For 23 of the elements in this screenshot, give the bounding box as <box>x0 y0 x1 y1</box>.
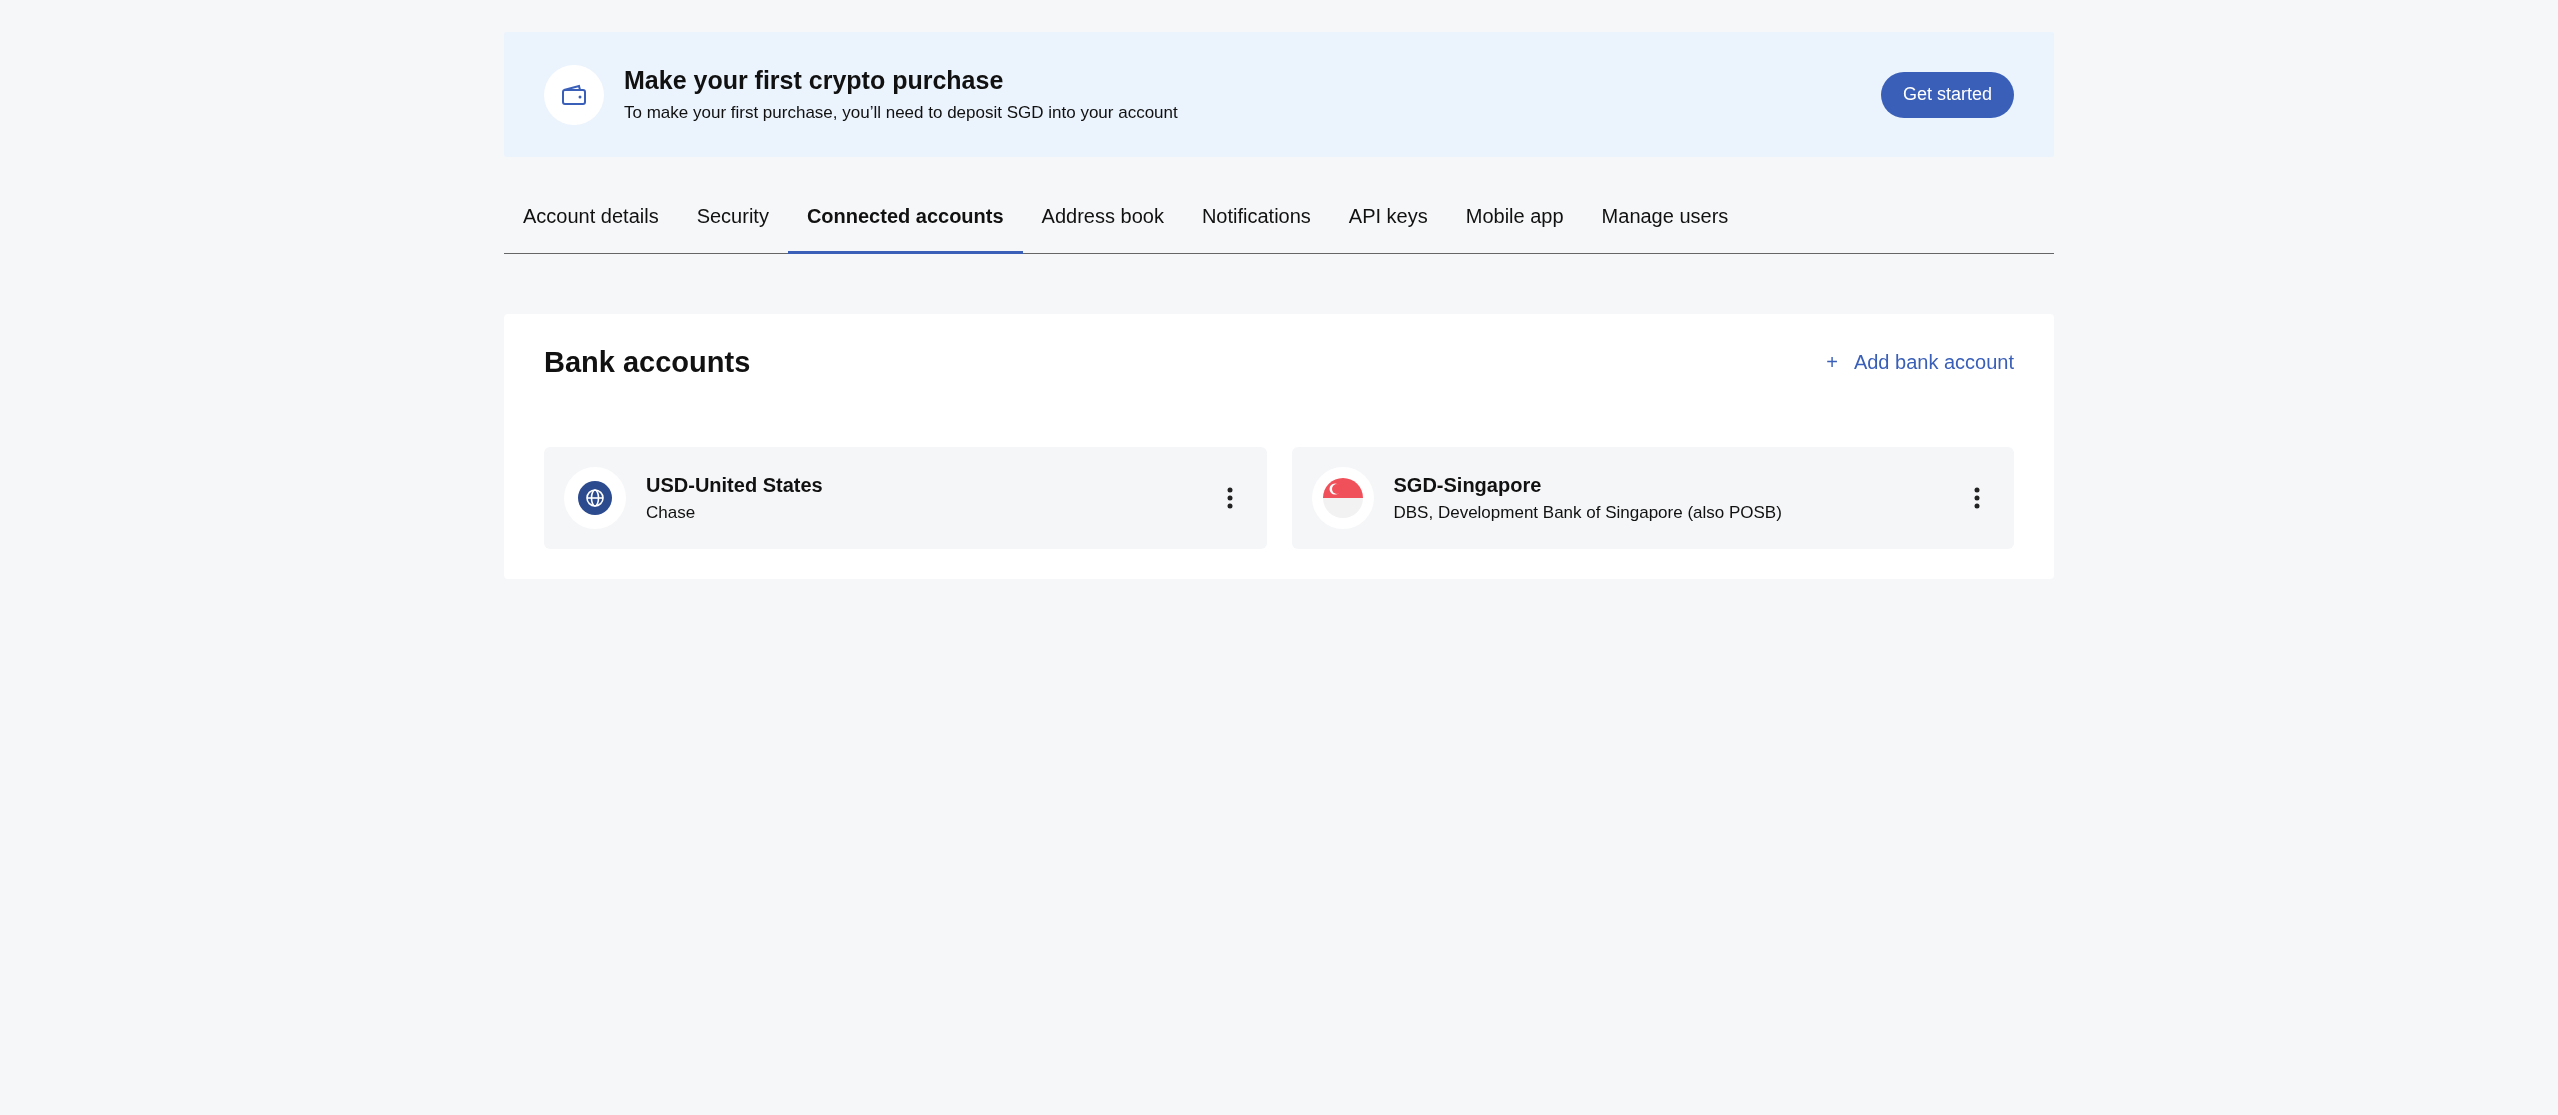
tab[interactable]: Address book <box>1022 185 1183 254</box>
tab[interactable]: Security <box>677 185 788 254</box>
more-options-icon[interactable] <box>1226 487 1233 509</box>
add-bank-account-link[interactable]: + Add bank account <box>1826 351 2014 374</box>
section-title: Bank accounts <box>544 346 751 379</box>
tab[interactable]: Manage users <box>1582 185 1748 254</box>
account-name: SGD-Singapore <box>1393 473 1543 497</box>
banner-subtitle: To make your first purchase, you’ll need to deposit SGD into your account <box>624 103 1179 123</box>
account-name: USD-United States <box>646 473 824 497</box>
globe-icon <box>578 481 612 515</box>
bank-name: Chase <box>646 502 697 523</box>
get-started-button[interactable]: Get started <box>1880 71 2014 118</box>
tab[interactable]: Mobile app <box>1446 185 1583 254</box>
tab[interactable]: Account details <box>504 185 678 254</box>
more-options-icon[interactable] <box>1974 487 1980 509</box>
tab[interactable]: API keys <box>1329 185 1447 254</box>
bank-account-item[interactable]: SGD-Singapore DBS, Development Bank of Singapore (also POSB) <box>1291 447 2014 549</box>
banner-title: Make your first crypto purchase <box>624 66 1005 95</box>
bank-account-item[interactable]: USD-United States Chase <box>544 447 1267 549</box>
tab[interactable]: Connected accounts <box>787 185 1023 254</box>
bank-name: DBS, Development Bank of Singapore (also POSB) <box>1393 502 1783 523</box>
tab[interactable]: Notifications <box>1182 185 1330 254</box>
flag-icon <box>1322 478 1363 518</box>
